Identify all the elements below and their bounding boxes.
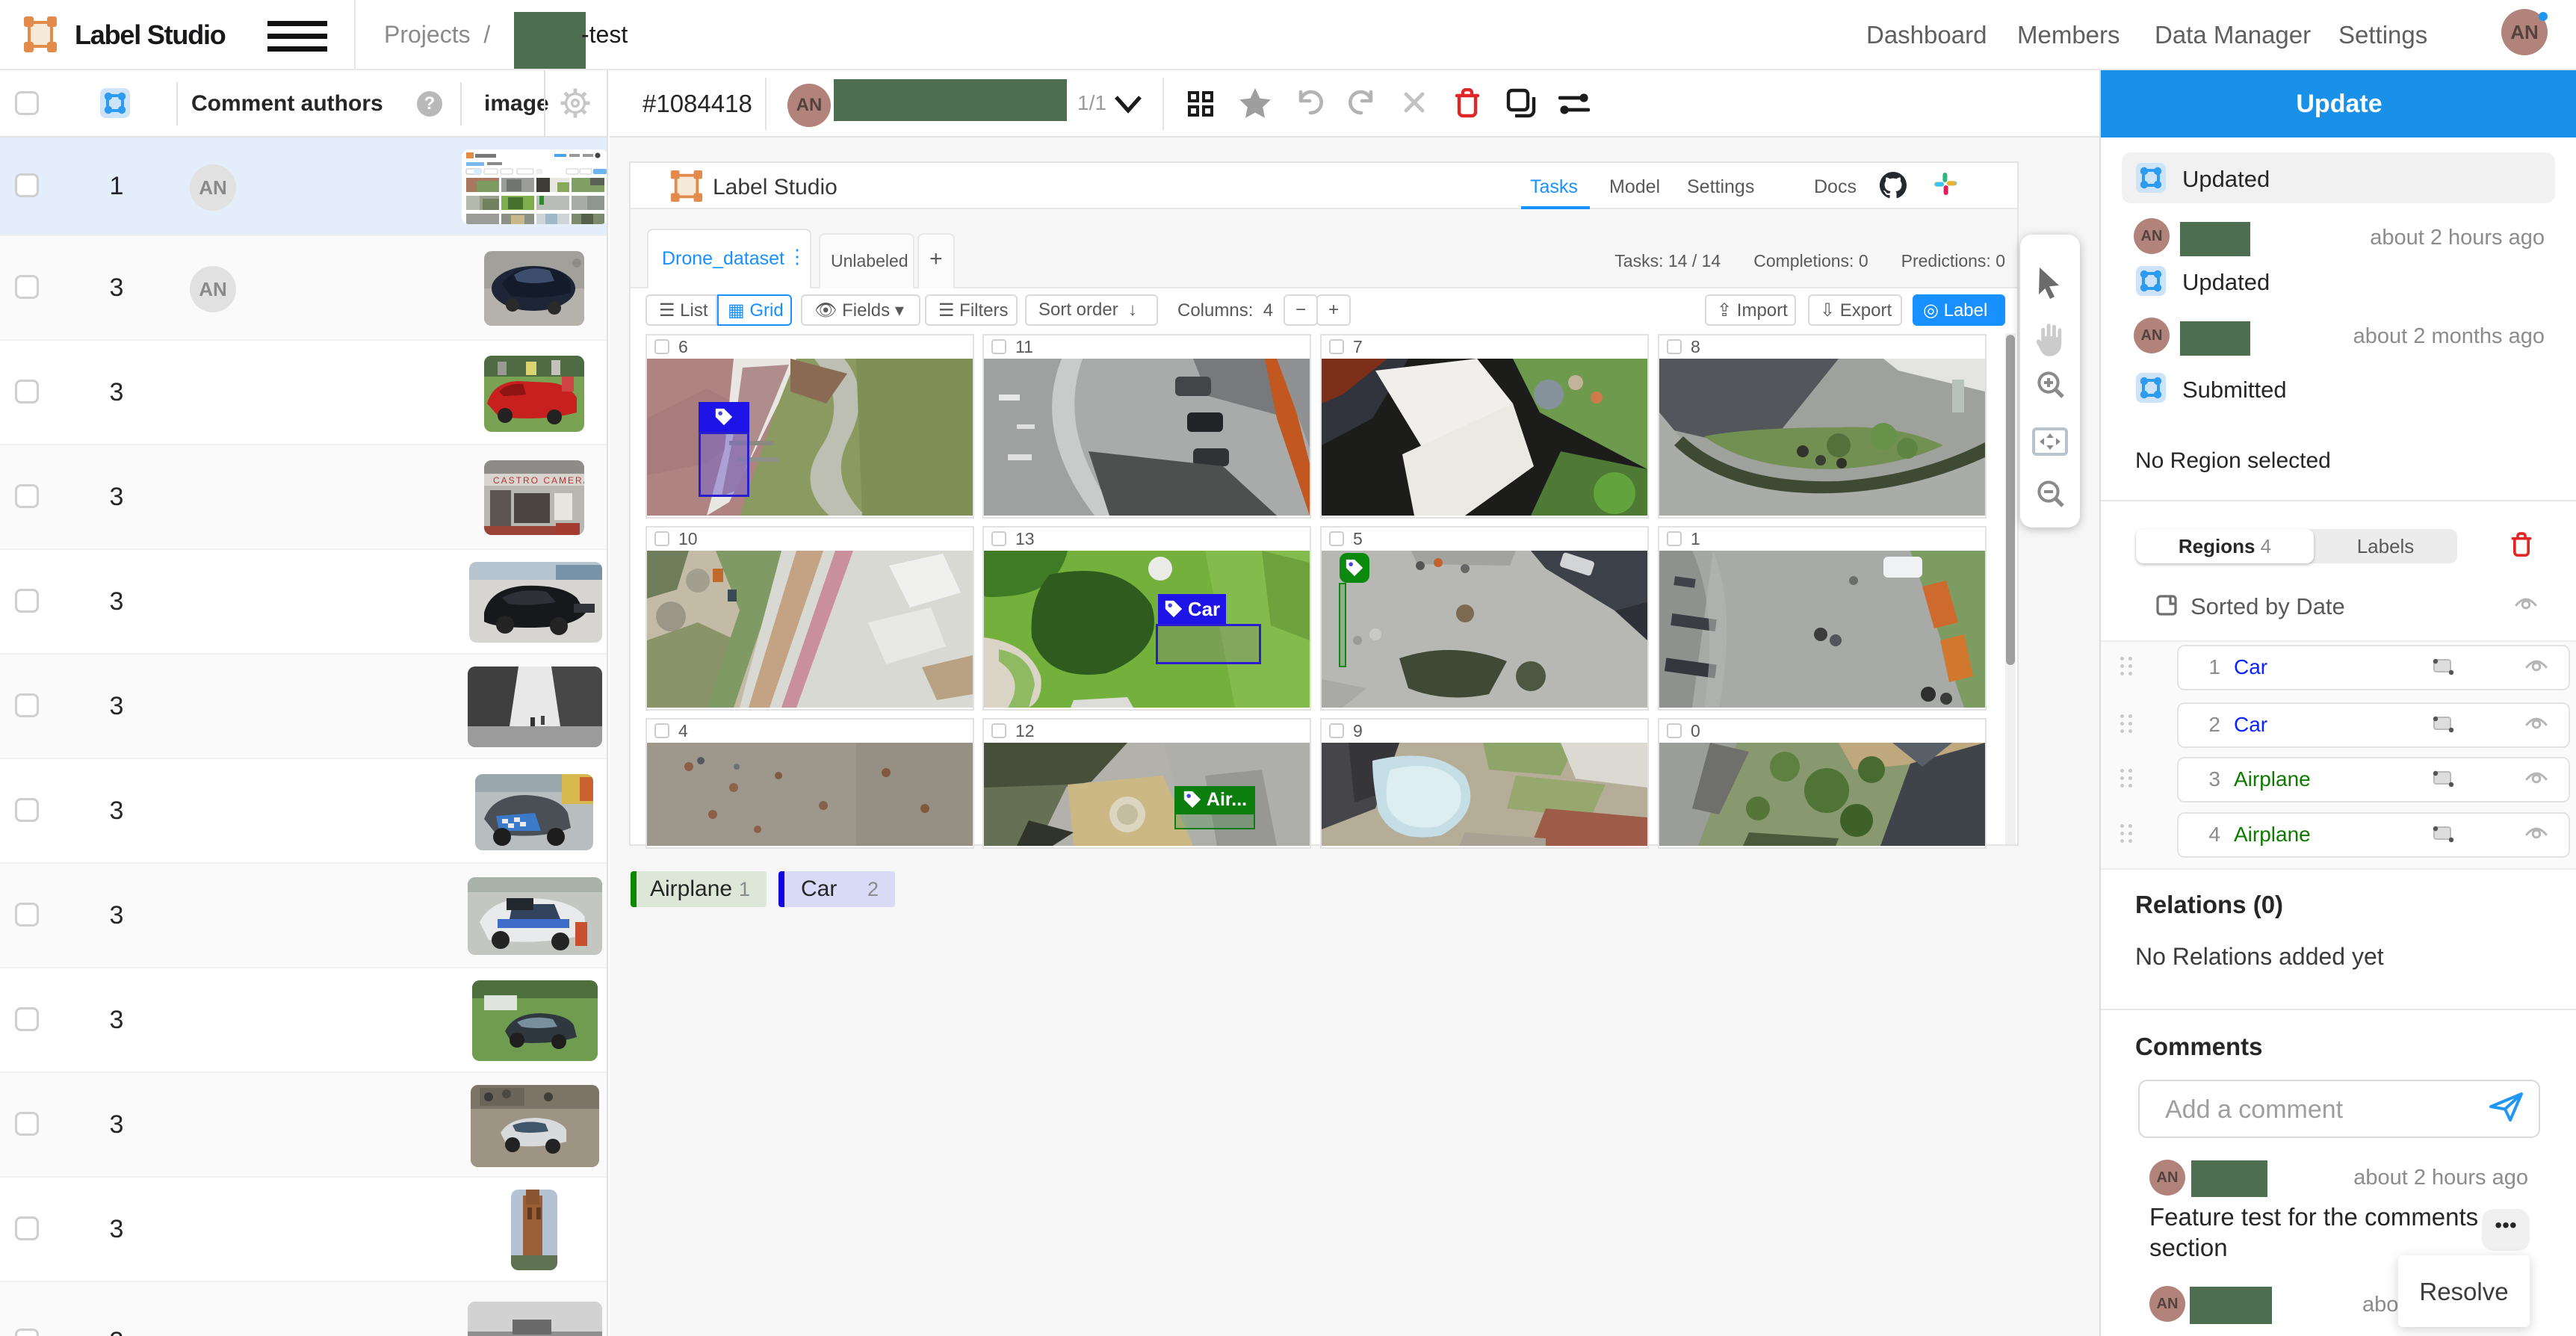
- svg-text:CASTRO CAMERA: CASTRO CAMERA: [493, 475, 584, 486]
